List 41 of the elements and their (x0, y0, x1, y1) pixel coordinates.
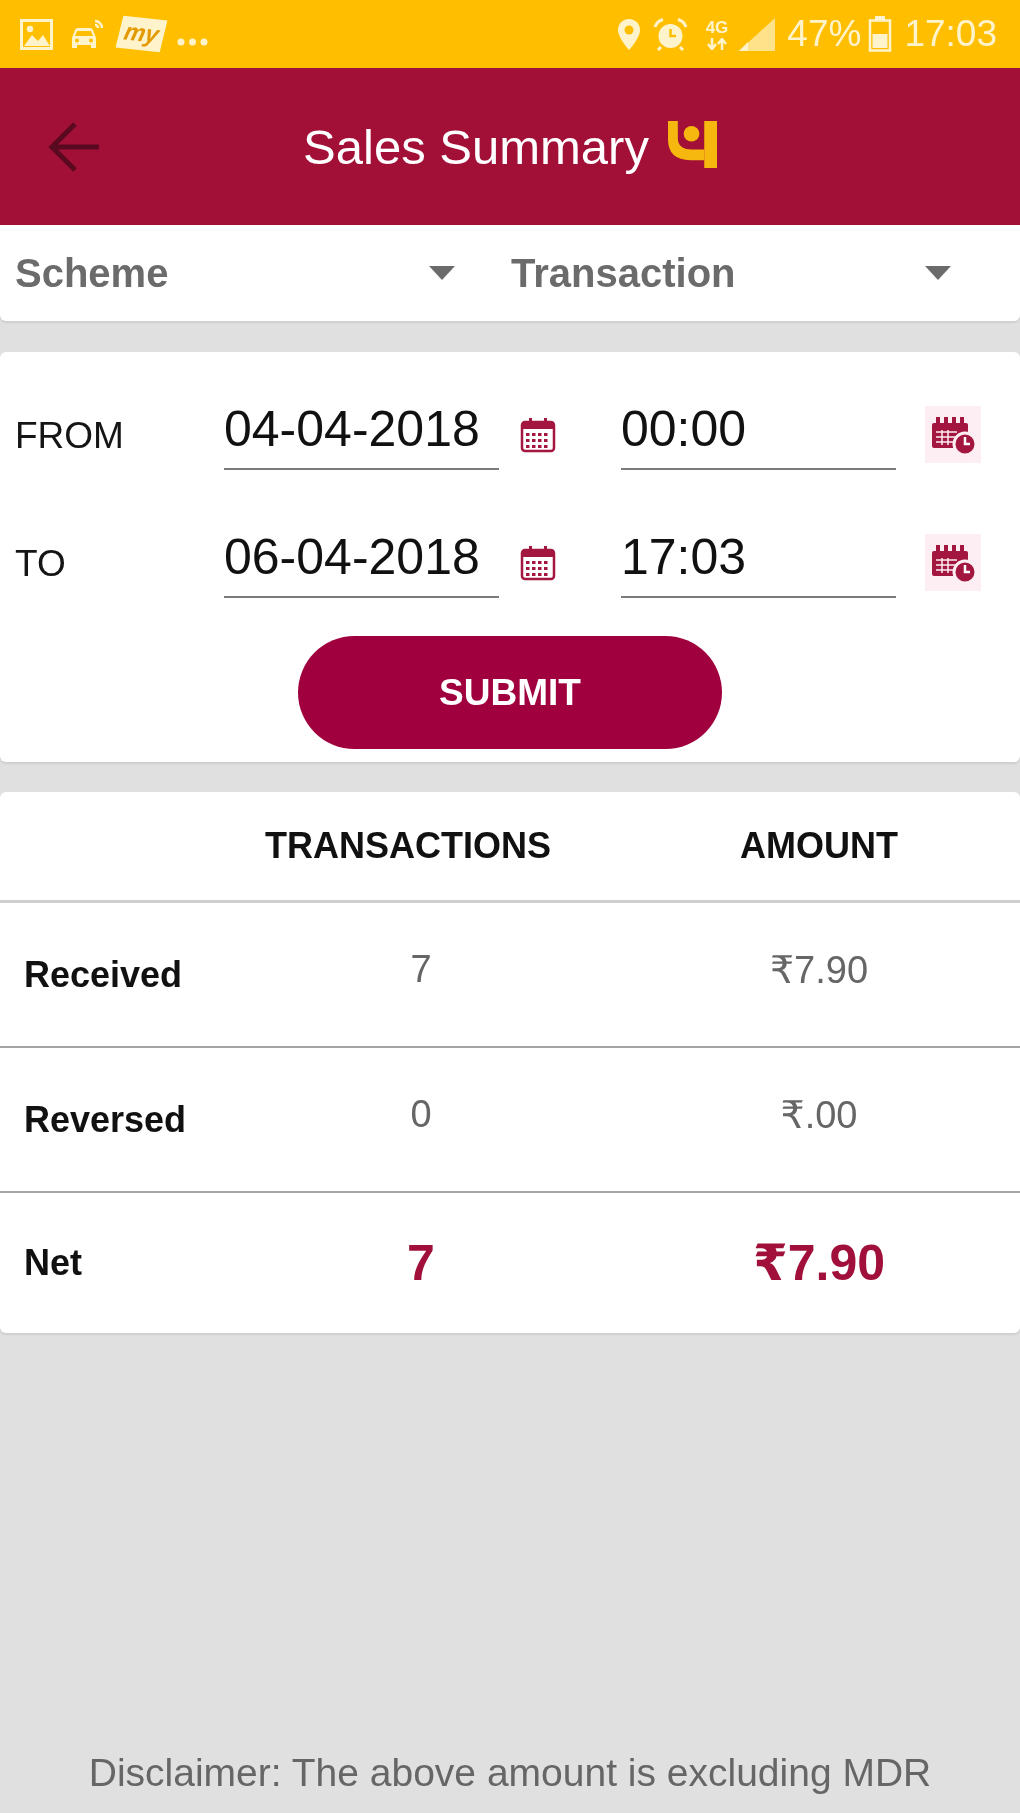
data-arrows-icon (706, 37, 728, 50)
caret-icon[interactable] (429, 266, 455, 280)
calendar-clock-icon[interactable] (925, 406, 981, 463)
page-title: Sales Summary (303, 118, 649, 176)
car-icon (70, 18, 104, 50)
battery-icon (868, 16, 893, 52)
caret-icon[interactable] (925, 266, 951, 280)
status-time: 17:03 (904, 14, 997, 54)
date-field[interactable]: 06-04-2018 (224, 527, 499, 598)
logo-icon (667, 121, 717, 168)
battery-percent: 47% (787, 14, 862, 54)
more-notifications-icon (176, 38, 208, 46)
disclaimer-text: Disclaimer: The above amount is excluding MDR (88, 1751, 932, 1794)
transaction-count: 7 (407, 1235, 435, 1291)
amount-value: ₹7.90 (752, 1235, 886, 1291)
date-field[interactable]: 04-04-2018 (224, 399, 499, 470)
dropdown[interactable]: Scheme (0, 248, 480, 298)
alarm-clock-icon (652, 17, 688, 51)
range-label: FROM (15, 413, 125, 458)
signal-strength-icon (739, 17, 776, 51)
column-header: TRANSACTIONS (265, 825, 551, 866)
row-label: Reversed (24, 1098, 187, 1140)
calendar-icon[interactable] (520, 544, 556, 581)
range-label: TO (15, 541, 67, 586)
dropdown[interactable]: Transaction (496, 248, 976, 298)
time-field[interactable]: 17:03 (621, 527, 896, 598)
calendar-clock-icon[interactable] (925, 534, 981, 591)
calendar-icon[interactable] (520, 416, 556, 453)
transaction-count: 0 (410, 1093, 432, 1135)
submit-button[interactable]: SUBMIT (298, 636, 722, 749)
amount-value: ₹7.90 (769, 948, 869, 991)
network-type: 4G (705, 18, 729, 36)
location-pin-icon (616, 17, 641, 51)
amount-value: ₹.00 (780, 1093, 858, 1136)
image-icon (20, 18, 53, 50)
notification-tag: my (115, 15, 168, 53)
transaction-count: 7 (410, 948, 432, 990)
time-field[interactable]: 00:00 (621, 399, 896, 470)
column-header: AMOUNT (740, 825, 898, 866)
row-label: Received (24, 953, 183, 995)
row-label: Net (24, 1242, 82, 1283)
